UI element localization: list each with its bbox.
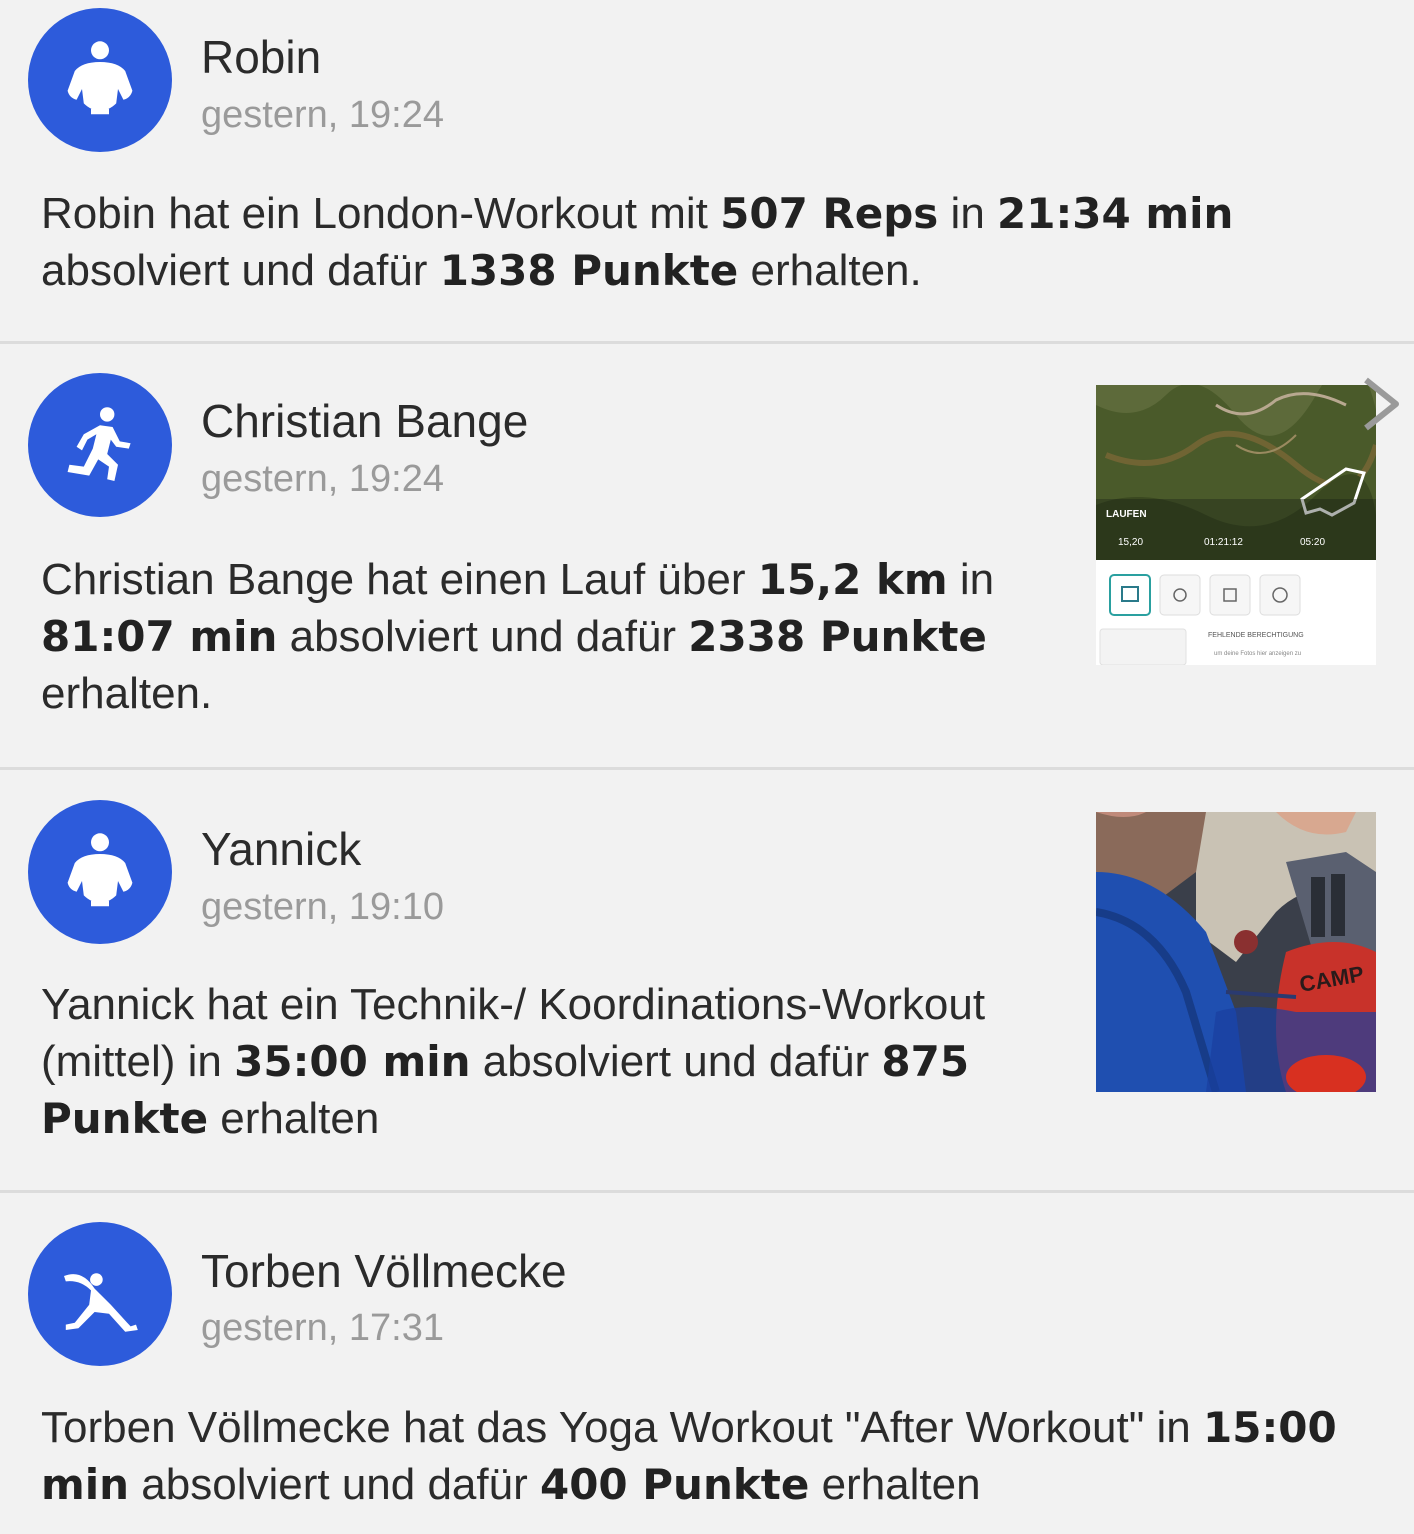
activity-stat: 507 Reps [720,189,939,238]
feed-item[interactable]: Torben Völlmecke gestern, 17:31 Torben V… [0,1193,1414,1534]
activity-photo[interactable]: CAMP [1096,812,1376,1092]
activity-text: Christian Bange hat einen Lauf über 15,2… [41,551,1051,722]
thumbnail-label: LAUFEN [1106,509,1147,520]
activity-text-segment: in [938,189,998,238]
thumbnail-notice-sub: um deine Fotos hier anzeigen zu [1214,651,1301,657]
user-name[interactable]: Robin [201,30,321,84]
user-name[interactable]: Christian Bange [201,394,528,448]
activity-thumbnail[interactable]: LAUFEN 15,20 01:21:12 05:20 FEHLENDE BER… [1096,385,1376,665]
activity-stat: 400 Punkte [539,1460,810,1509]
activity-stat: 1338 Punkte [439,246,739,295]
yoga-pose-icon [64,1273,138,1332]
user-name[interactable]: Torben Völlmecke [201,1244,567,1298]
activity-text-segment: erhalten. [41,669,213,718]
activity-text-segment: Christian Bange hat einen Lauf über [41,555,758,604]
run-map-screenshot: LAUFEN 15,20 01:21:12 05:20 FEHLENDE BER… [1096,385,1376,665]
activity-stat: 21:34 min [997,189,1234,238]
chevron-right-icon[interactable] [1358,376,1402,432]
activity-text-segment: Robin hat ein London-Workout mit [41,189,721,238]
avatar[interactable] [28,373,172,517]
thumbnail-stat-pace: 05:20 [1300,537,1325,548]
thumbnail-stat-duration: 01:21:12 [1204,537,1243,548]
avatar[interactable] [28,8,172,152]
activity-stat: 35:00 min [234,1037,471,1086]
feed-item[interactable]: Yannick gestern, 19:10 Yannick hat ein T… [0,770,1414,1190]
activity-text: Robin hat ein London-Workout mit 507 Rep… [41,185,1341,299]
activity-text-segment: absolviert und dafür [41,246,440,295]
timestamp: gestern, 19:24 [201,94,444,136]
activity-text-segment: Torben Völlmecke hat das Yoga Workout "A… [41,1403,1204,1452]
avatar[interactable] [28,800,172,944]
activity-text-segment: erhalten. [738,246,922,295]
thumbnail-stat-distance: 15,20 [1118,537,1143,548]
timestamp: gestern, 19:24 [201,458,444,500]
feed-item[interactable]: Christian Bange gestern, 19:24 Christian… [0,344,1414,768]
thumbnail-notice: FEHLENDE BERECHTIGUNG [1208,632,1304,639]
activity-text: Yannick hat ein Technik-/ Koordinations-… [41,976,1041,1147]
activity-text-segment: erhalten [208,1094,380,1143]
avatar[interactable] [28,1222,172,1366]
feed-item[interactable]: Robin gestern, 19:24 Robin hat ein Londo… [0,0,1414,342]
runner-icon [67,407,131,481]
muscle-man-icon [67,833,133,907]
activity-stat: 81:07 min [41,612,278,661]
muscle-man-icon [67,41,133,115]
activity-text: Torben Völlmecke hat das Yoga Workout "A… [41,1399,1341,1513]
timestamp: gestern, 17:31 [201,1307,444,1349]
timestamp: gestern, 19:10 [201,886,444,928]
activity-text-segment: absolviert und dafür [470,1037,882,1086]
activity-stat: 2338 Punkte [688,612,987,661]
selfie-photo: CAMP [1096,812,1376,1092]
activity-text-segment: absolviert und dafür [277,612,689,661]
activity-text-segment: erhalten [809,1460,981,1509]
activity-text-segment: absolviert und dafür [129,1460,540,1509]
activity-stat: 15,2 km [757,555,948,604]
activity-text-segment: in [947,555,995,604]
user-name[interactable]: Yannick [201,822,361,876]
